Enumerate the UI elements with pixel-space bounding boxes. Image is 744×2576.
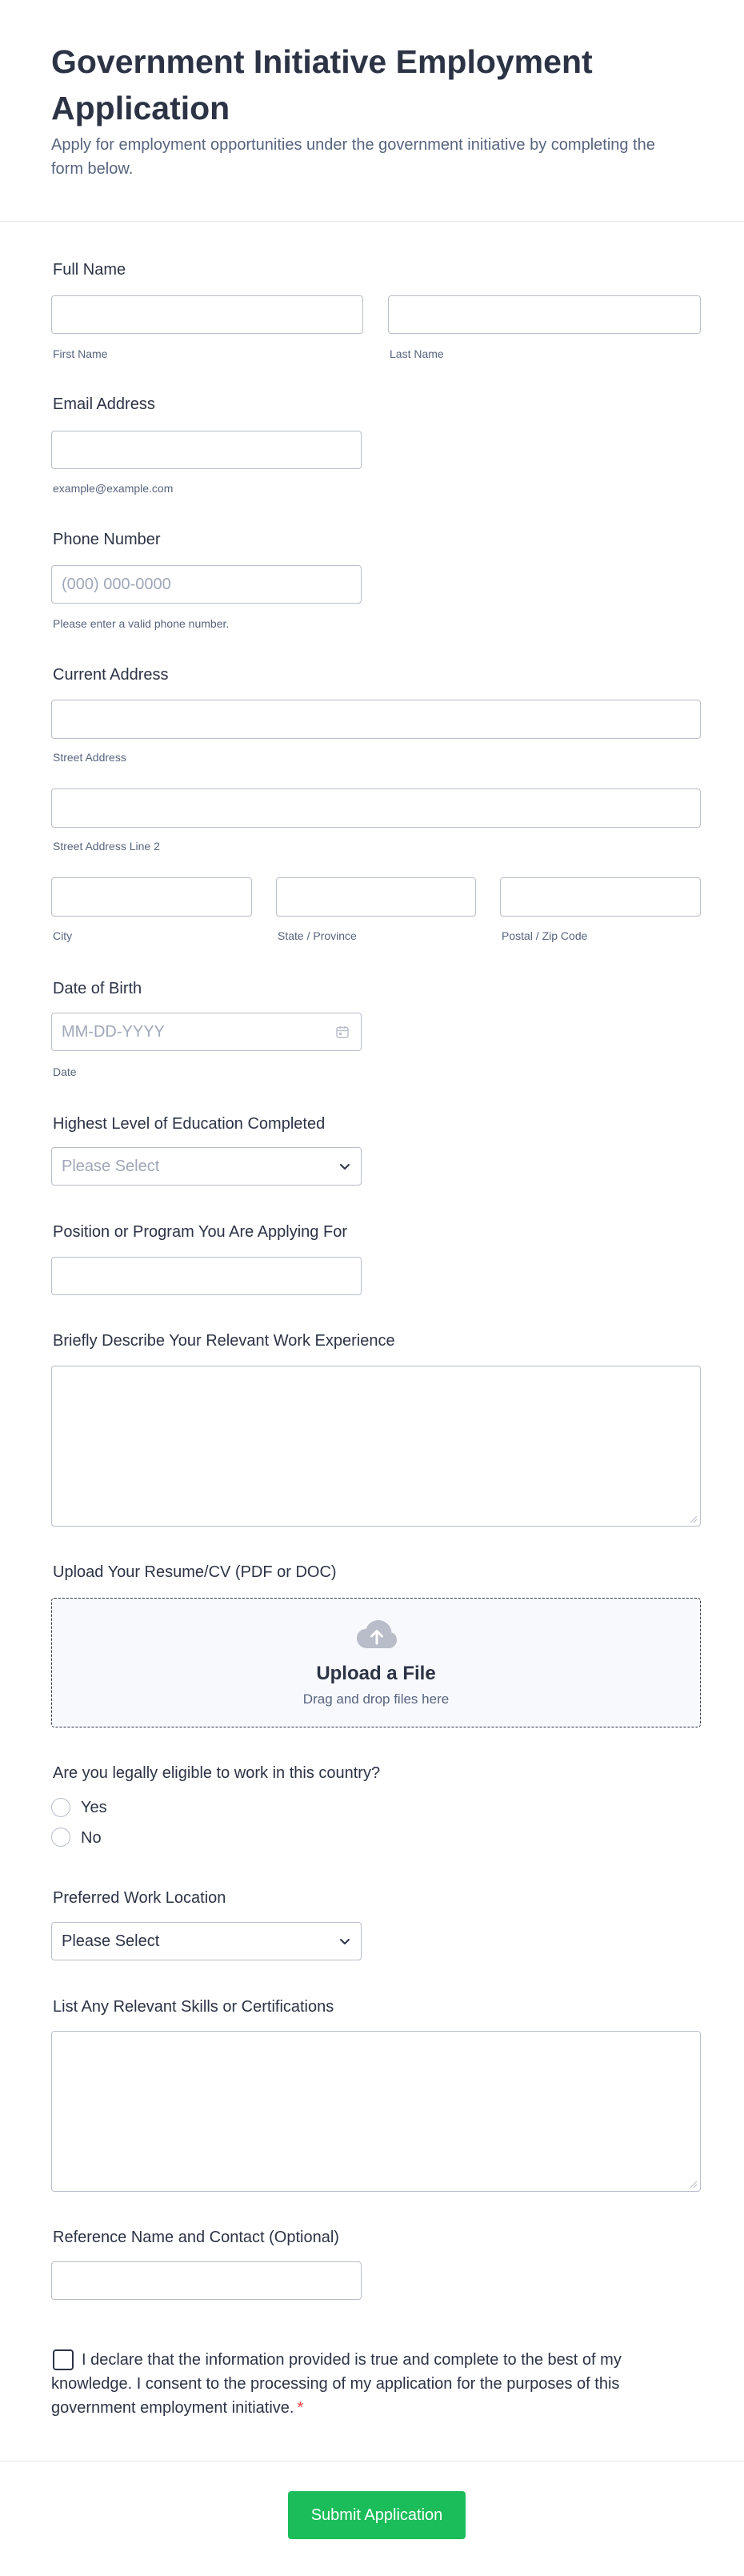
first-name-input[interactable] bbox=[51, 295, 363, 334]
footer-divider bbox=[0, 2461, 744, 2462]
resume-label: Upload Your Resume/CV (PDF or DOC) bbox=[53, 1563, 337, 1581]
skills-label: List Any Relevant Skills or Certificatio… bbox=[53, 1998, 334, 2016]
reference-input[interactable] bbox=[51, 2261, 362, 2300]
first-name-sublabel: First Name bbox=[53, 347, 108, 360]
page-subtitle: Apply for employment opportunities under… bbox=[51, 136, 655, 178]
last-name-input[interactable] bbox=[388, 295, 701, 334]
phone-label: Phone Number bbox=[53, 531, 161, 548]
experience-label: Briefly Describe Your Relevant Work Expe… bbox=[53, 1332, 395, 1350]
cloud-upload-icon bbox=[357, 1620, 397, 1648]
street-address-sublabel: Street Address bbox=[53, 751, 126, 764]
dob-label: Date of Birth bbox=[53, 980, 142, 997]
city-sublabel: City bbox=[53, 929, 73, 942]
state-input[interactable] bbox=[276, 877, 476, 917]
phone-input[interactable]: (000) 000-0000 bbox=[51, 565, 362, 604]
resize-handle-icon[interactable] bbox=[689, 1515, 697, 1523]
chevron-down-icon bbox=[340, 1939, 350, 1944]
declaration-text[interactable]: I declare that the information provided … bbox=[51, 2348, 627, 2420]
upload-hint: Drag and drop files here bbox=[302, 1691, 450, 1707]
address-label: Current Address bbox=[53, 666, 169, 684]
email-input[interactable] bbox=[51, 431, 362, 469]
chevron-down-icon bbox=[340, 1164, 350, 1170]
calendar-icon[interactable] bbox=[335, 1025, 350, 1039]
street-address-input[interactable] bbox=[51, 700, 701, 739]
full-name-label: Full Name bbox=[53, 261, 126, 279]
postal-code-input[interactable] bbox=[500, 877, 701, 917]
street-address-line2-sublabel: Street Address Line 2 bbox=[53, 840, 160, 853]
postal-code-sublabel: Postal / Zip Code bbox=[502, 929, 588, 942]
location-select[interactable]: Please Select bbox=[51, 1922, 362, 1960]
education-select[interactable]: Please Select bbox=[51, 1147, 362, 1186]
skills-textarea[interactable] bbox=[51, 2031, 701, 2192]
eligibility-no-label[interactable]: No bbox=[81, 1829, 102, 1848]
eligibility-label: Are you legally eligible to work in this… bbox=[53, 1764, 381, 1782]
position-input[interactable] bbox=[51, 1257, 362, 1295]
city-input[interactable] bbox=[51, 877, 252, 917]
education-selected-value: Please Select bbox=[62, 1158, 160, 1175]
submit-button[interactable]: Submit Application bbox=[288, 2491, 466, 2539]
file-upload-dropzone[interactable]: Upload a File Drag and drop files here bbox=[51, 1598, 701, 1727]
dob-placeholder: MM-DD-YYYY bbox=[62, 1023, 165, 1041]
position-label: Position or Program You Are Applying For bbox=[53, 1223, 347, 1241]
location-label: Preferred Work Location bbox=[53, 1889, 226, 1907]
page-title: Government Initiative Employment Applica… bbox=[51, 43, 593, 126]
required-asterisk: * bbox=[297, 2399, 304, 2417]
reference-label: Reference Name and Contact (Optional) bbox=[53, 2229, 339, 2246]
email-label: Email Address bbox=[53, 395, 155, 413]
email-sublabel: example@example.com bbox=[53, 482, 174, 495]
dob-sublabel: Date bbox=[53, 1065, 77, 1078]
upload-title: Upload a File bbox=[316, 1663, 436, 1684]
education-label: Highest Level of Education Completed bbox=[53, 1115, 326, 1133]
declaration-label: I declare that the information provided … bbox=[51, 2351, 622, 2417]
location-selected-value: Please Select bbox=[62, 1932, 160, 1950]
phone-sublabel: Please enter a valid phone number. bbox=[53, 617, 230, 630]
experience-textarea[interactable] bbox=[51, 1366, 701, 1527]
last-name-sublabel: Last Name bbox=[390, 347, 444, 360]
dob-input[interactable]: MM-DD-YYYY bbox=[51, 1013, 362, 1051]
state-sublabel: State / Province bbox=[278, 929, 357, 942]
phone-placeholder: (000) 000-0000 bbox=[62, 576, 171, 593]
eligibility-no-radio[interactable] bbox=[51, 1828, 70, 1847]
eligibility-yes-label[interactable]: Yes bbox=[81, 1799, 107, 1817]
eligibility-yes-radio[interactable] bbox=[51, 1798, 70, 1817]
resize-handle-icon[interactable] bbox=[689, 2180, 697, 2188]
form-header: Government Initiative Employment Applica… bbox=[0, 0, 744, 222]
street-address-line2-input[interactable] bbox=[51, 788, 701, 828]
